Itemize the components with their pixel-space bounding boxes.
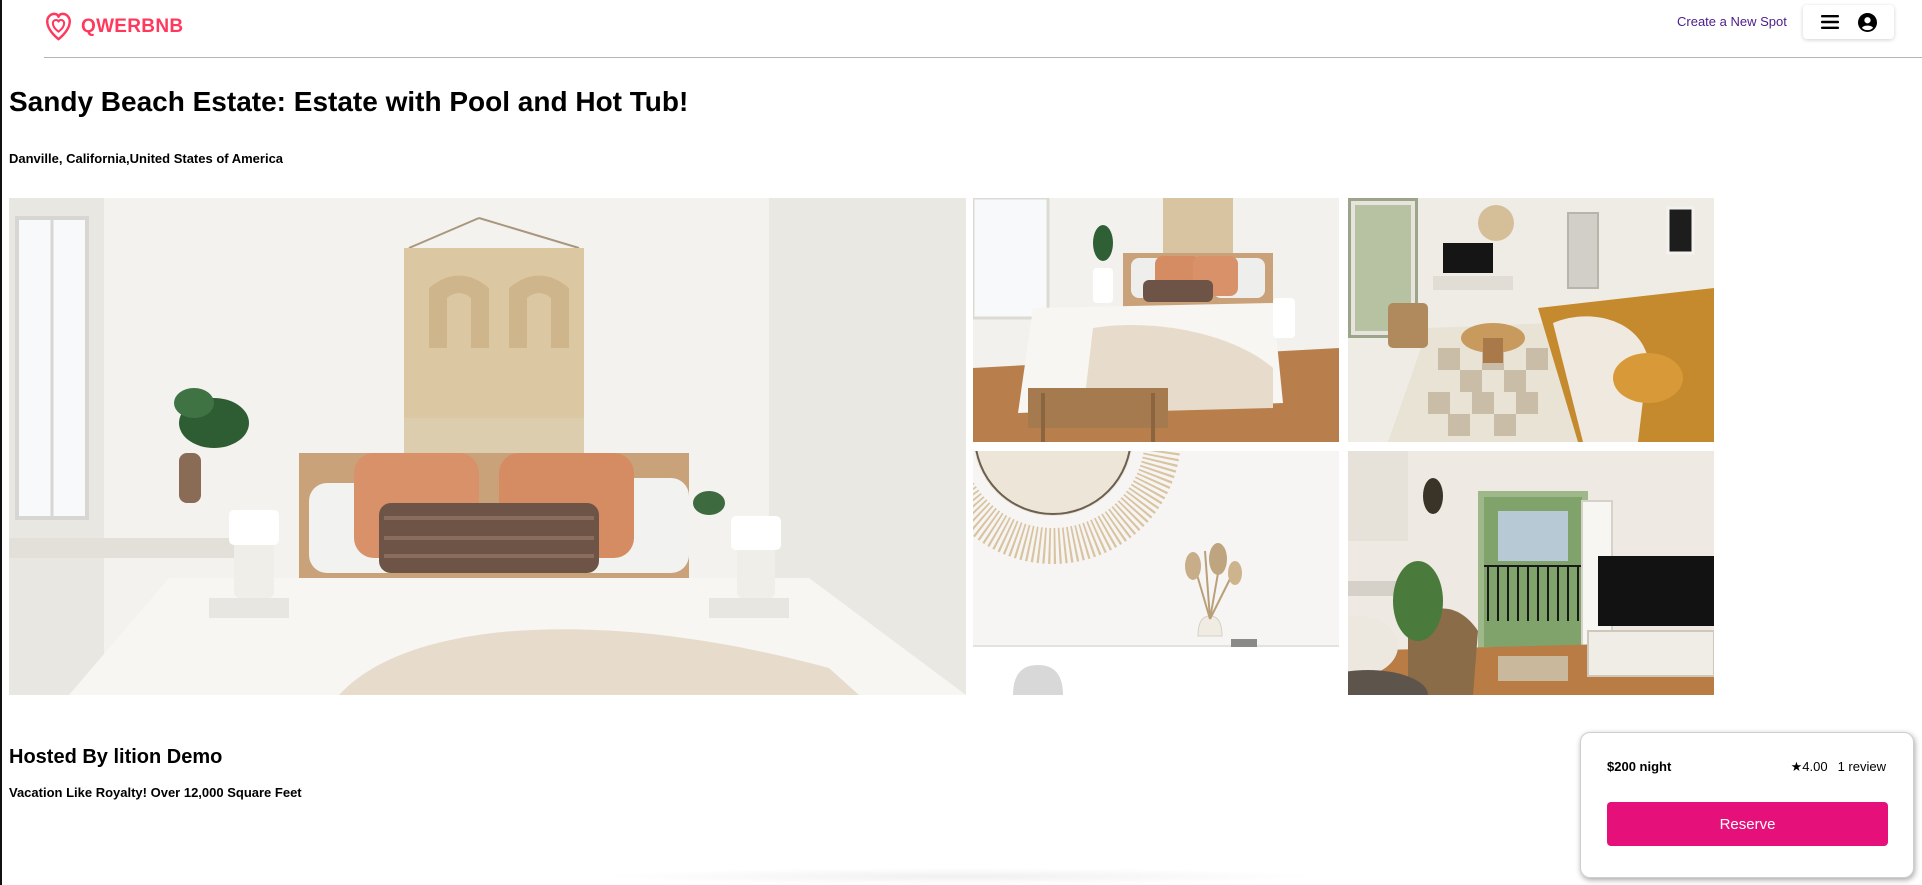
create-new-spot-link[interactable]: Create a New Spot	[1677, 14, 1787, 29]
spot-description: Vacation Like Royalty! Over 12,000 Squar…	[9, 785, 302, 800]
bottom-shadow	[600, 868, 1320, 885]
profile-menu-button[interactable]	[1803, 5, 1894, 39]
hamburger-menu-icon[interactable]	[1820, 14, 1839, 30]
reserve-button[interactable]: Reserve	[1607, 802, 1888, 846]
spot-image-main	[9, 198, 966, 695]
spot-image-4	[973, 451, 1339, 695]
home-logo-link[interactable]: QWERBNB	[44, 12, 183, 42]
rating-summary: ★4.00 1 review	[1791, 759, 1886, 775]
window-left-edge	[0, 0, 2, 885]
star-rating: ★4.00	[1790, 759, 1828, 774]
nav-divider	[44, 57, 1922, 58]
spot-image-2	[973, 198, 1339, 442]
host-heading: Hosted By lition Demo	[9, 746, 223, 768]
top-navigation: QWERBNB Create a New Spot	[0, 0, 1922, 58]
spot-location: Danville, California,United States of Am…	[9, 151, 284, 166]
airbnb-logo-icon	[46, 12, 71, 41]
spot-image-3	[1348, 198, 1714, 442]
user-circle-icon[interactable]	[1857, 12, 1877, 32]
review-count: 1 review	[1837, 759, 1886, 774]
reserve-card: $200 night ★4.00 1 review Reserve	[1580, 732, 1914, 878]
spot-title: Sandy Beach Estate: Estate with Pool and…	[9, 86, 689, 117]
price-per-night: $200 night	[1607, 759, 1672, 774]
brand-name: QWERBNB	[81, 16, 184, 37]
spot-image-5	[1348, 451, 1714, 695]
